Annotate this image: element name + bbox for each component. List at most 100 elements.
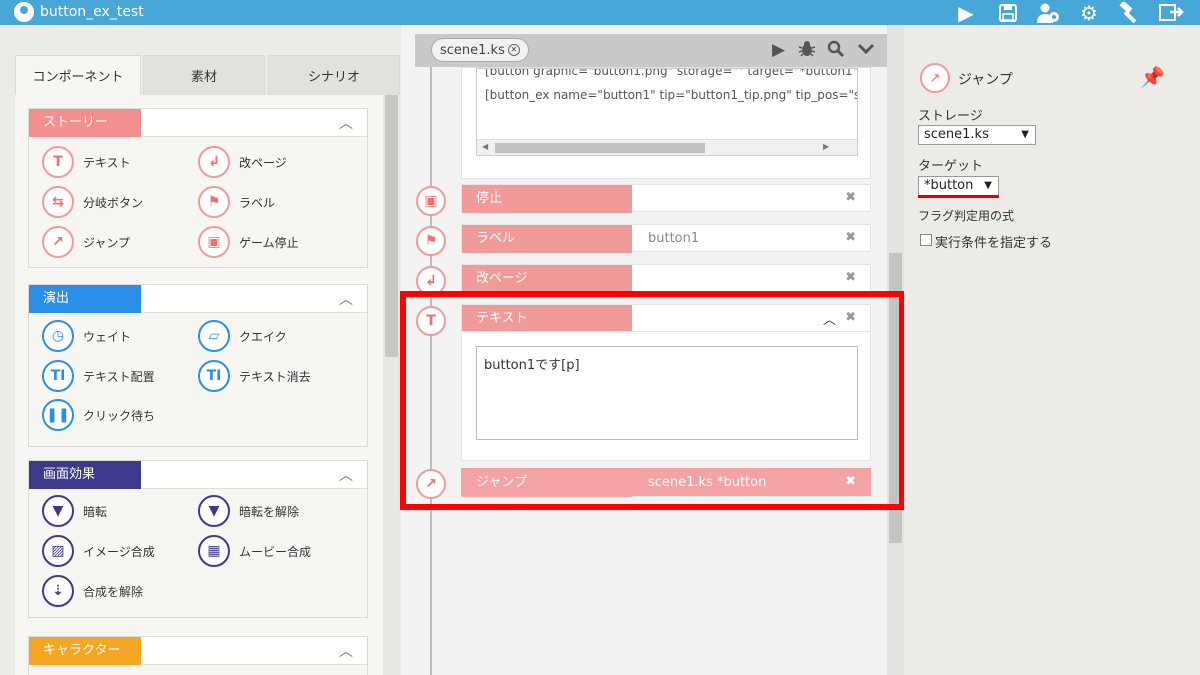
blackout-icon: ▼	[42, 495, 74, 527]
section-story-header[interactable]: ストーリー ︿	[29, 109, 367, 137]
section-title: キャラクター	[29, 637, 141, 665]
component-label: 暗転	[83, 504, 108, 519]
chevron-up-icon[interactable]: ︿	[339, 641, 353, 661]
code-horizontal-scrollbar[interactable]: ◀ ▶	[477, 139, 857, 155]
target-select-value: *button	[924, 178, 974, 193]
timeline-row-page-break[interactable]: 改ページ ✖	[461, 264, 871, 293]
tab-components[interactable]: コンポーネント	[15, 55, 141, 95]
code-scrollbar-thumb[interactable]	[495, 143, 705, 153]
save-icon[interactable]	[995, 0, 1021, 25]
close-icon[interactable]: ✖	[845, 270, 856, 285]
timeline-row-stop[interactable]: 停止 ✖	[461, 184, 871, 213]
component-blackout-release[interactable]: ▼ 暗転を解除	[198, 495, 299, 527]
component-text[interactable]: T テキスト	[42, 146, 131, 178]
timeline-row-label[interactable]: ラベル button1 ✖	[461, 224, 871, 253]
tab-materials[interactable]: 素材	[143, 55, 265, 95]
code-block: [button graphic="button1.png" storage=""…	[461, 67, 871, 179]
jump-icon: ↗	[42, 226, 74, 258]
chevron-up-icon[interactable]: ︿	[339, 113, 353, 133]
component-label: 改ページ	[239, 155, 287, 170]
component-quake[interactable]: ▱ クエイク	[198, 320, 287, 352]
section-character-header[interactable]: キャラクター ︿	[29, 637, 367, 665]
section-screen-effects-header[interactable]: 画面効果 ︿	[29, 461, 367, 489]
play-icon[interactable]: ▶	[772, 40, 785, 60]
component-page-break[interactable]: ↲ 改ページ	[198, 146, 287, 178]
left-scrollbar-thumb[interactable]	[385, 95, 398, 357]
text-clear-icon: TI	[198, 360, 230, 392]
component-label: ゲーム停止	[239, 235, 299, 250]
component-label: クリック待ち	[83, 408, 156, 423]
chevron-up-icon[interactable]: ︿	[339, 465, 353, 485]
movie-composite-icon: ▦	[198, 535, 230, 567]
component-composite-release[interactable]: ⇣ 合成を解除	[42, 575, 143, 607]
component-label: クエイク	[239, 329, 287, 344]
image-composite-icon: ▨	[42, 535, 74, 567]
pin-icon[interactable]: 📌	[1140, 65, 1165, 89]
condition-checkbox[interactable]	[920, 234, 932, 246]
component-label: テキスト	[83, 155, 131, 170]
chevron-up-icon[interactable]: ︿	[339, 289, 353, 309]
row-label: ラベル	[462, 225, 632, 253]
component-jump[interactable]: ↗ ジャンプ	[42, 226, 130, 258]
component-label-item[interactable]: ⚑ ラベル	[198, 186, 275, 218]
section-effects-header[interactable]: 演出 ︿	[29, 285, 367, 313]
search-icon[interactable]	[827, 40, 845, 63]
component-movie-composite[interactable]: ▦ ムービー合成	[198, 535, 311, 567]
pause-icon: ❚❚	[42, 399, 74, 431]
left-scrollbar[interactable]	[383, 95, 400, 675]
component-text-clear[interactable]: TI テキスト消去	[198, 360, 311, 392]
component-click-wait[interactable]: ❚❚ クリック待ち	[42, 399, 155, 431]
scroll-right-icon[interactable]: ▶	[823, 142, 829, 151]
code-line: [button graphic="button1.png" storage=""…	[485, 68, 858, 78]
flag-icon: ⚑	[198, 186, 230, 218]
gear-icon[interactable]: ⚙	[1076, 0, 1102, 25]
component-image-composite[interactable]: ▨ イメージ合成	[42, 535, 155, 567]
scene-tab[interactable]: scene1.ks ✕	[431, 38, 529, 62]
quake-icon: ▱	[198, 320, 230, 352]
text-layout-icon: TI	[42, 360, 74, 392]
jump-icon: ↗	[920, 63, 950, 93]
section-effects: 演出 ︿ ◷ ウェイト ▱ クエイク TI テキスト配置 TI テキスト消去 ❚…	[28, 284, 368, 447]
close-icon[interactable]: ✖	[845, 190, 856, 205]
row-label: 改ページ	[462, 265, 632, 293]
blackout-release-icon: ▼	[198, 495, 230, 527]
section-character: キャラクター ︿	[28, 636, 368, 675]
target-highlight-underline	[918, 195, 999, 198]
bug-icon[interactable]	[798, 40, 816, 63]
code-textarea[interactable]: [button graphic="button1.png" storage=""…	[476, 68, 858, 156]
scroll-left-icon[interactable]: ◀	[482, 142, 488, 151]
clock-icon: ◷	[42, 320, 74, 352]
hammer-icon[interactable]	[1117, 0, 1143, 25]
condition-label: 実行条件を指定する	[935, 236, 1053, 251]
highlight-annotation	[400, 291, 905, 510]
component-label: 合成を解除	[83, 584, 144, 599]
component-branch-button[interactable]: ⇆ 分岐ボタン	[42, 186, 143, 218]
tab-scenario[interactable]: シナリオ	[268, 55, 400, 95]
component-blackout[interactable]: ▼ 暗転	[42, 495, 107, 527]
chevron-down-icon[interactable]	[857, 40, 875, 63]
target-label: ターゲット	[918, 159, 984, 174]
play-icon[interactable]: ▶	[953, 0, 979, 25]
flag-icon: ⚑	[416, 226, 446, 256]
stop-icon: ▣	[416, 186, 446, 216]
close-icon[interactable]: ✖	[845, 230, 856, 245]
target-select[interactable]: *button ▼	[918, 176, 999, 196]
users-icon[interactable]	[1035, 0, 1061, 25]
component-text-layout[interactable]: TI テキスト配置	[42, 360, 155, 392]
stop-icon: ▣	[198, 226, 230, 258]
storage-select[interactable]: scene1.ks ▼	[918, 125, 1036, 145]
properties-title: ジャンプ	[958, 72, 1013, 88]
section-title: 画面効果	[29, 461, 141, 489]
section-story: ストーリー ︿ T テキスト ↲ 改ページ ⇆ 分岐ボタン ⚑ ラベル ↗ ジャ…	[28, 108, 368, 268]
component-game-stop[interactable]: ▣ ゲーム停止	[198, 226, 299, 258]
title-bar: button_ex_test ▶ ⚙	[0, 0, 1200, 25]
close-icon[interactable]: ✕	[507, 44, 520, 56]
component-label: ジャンプ	[83, 235, 131, 250]
component-label: ウェイト	[83, 329, 132, 344]
row-label: 停止	[462, 185, 632, 213]
export-icon[interactable]	[1158, 0, 1184, 25]
component-label: イメージ合成	[83, 544, 155, 559]
row-value: button1	[648, 231, 700, 246]
composite-release-icon: ⇣	[42, 575, 74, 607]
component-wait[interactable]: ◷ ウェイト	[42, 320, 131, 352]
